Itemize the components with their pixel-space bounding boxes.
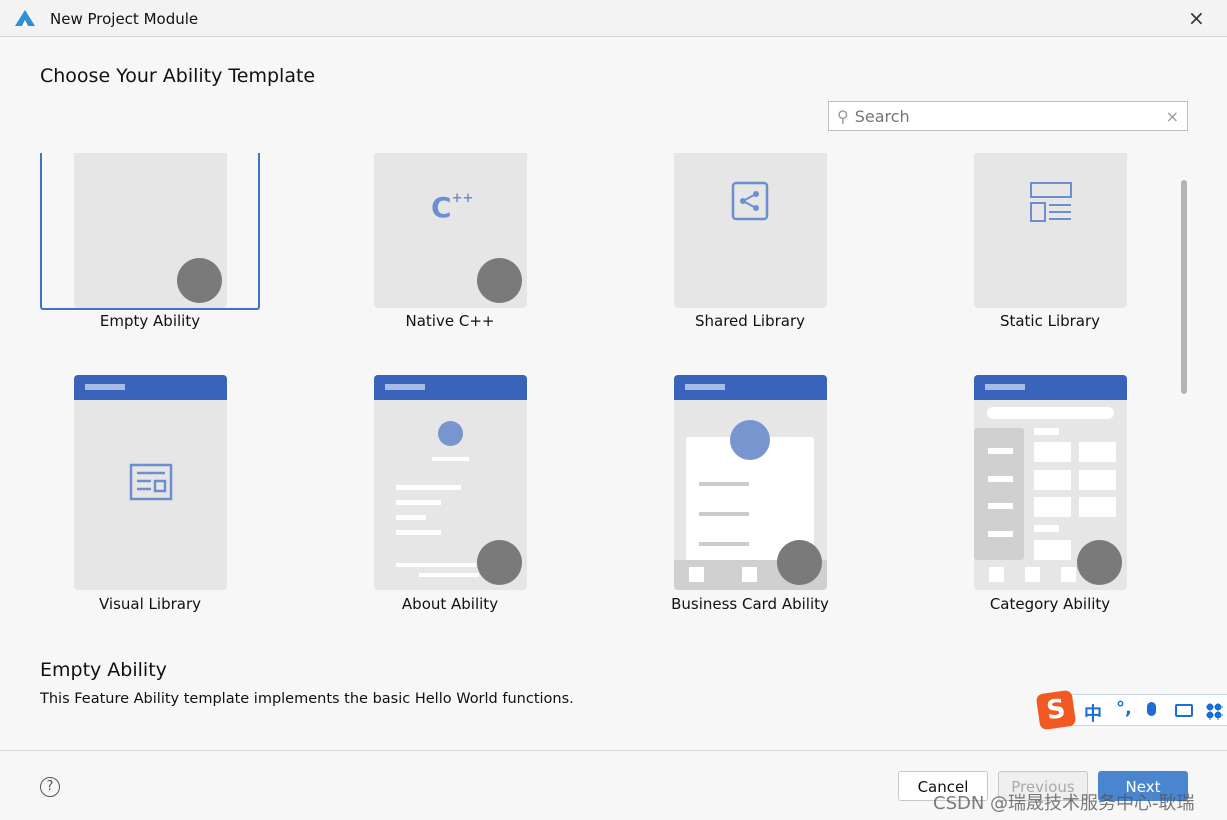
ime-mode[interactable]: 中 <box>1084 700 1102 726</box>
template-preview <box>974 153 1127 308</box>
description-text: This Feature Ability template implements… <box>40 691 574 707</box>
template-preview <box>74 153 227 308</box>
description-title: Empty Ability <box>40 659 167 681</box>
page-title: Choose Your Ability Template <box>40 65 316 87</box>
template-label: Shared Library <box>694 312 806 330</box>
harmony-badge-icon <box>477 540 522 585</box>
keyboard-icon[interactable] <box>1175 704 1193 717</box>
scrollbar-thumb[interactable] <box>1181 180 1187 394</box>
template-preview <box>974 375 1127 590</box>
template-label: Native C++ <box>405 312 495 330</box>
apps-icon[interactable] <box>1206 703 1223 720</box>
template-preview: C++ <box>374 153 527 308</box>
cpp-icon: C++ <box>431 191 474 224</box>
harmony-badge-icon <box>777 540 822 585</box>
search-field[interactable]: ⚲ × <box>828 101 1188 131</box>
template-preview <box>674 153 827 308</box>
help-icon[interactable]: ? <box>40 777 60 797</box>
ime-toolbar: S 中 °, <box>1035 689 1227 731</box>
watermark: CSDN @瑞晟技术服务中心-耿瑞 <box>933 793 1195 814</box>
window-title: New Project Module <box>50 10 199 28</box>
clear-icon[interactable]: × <box>1166 107 1179 126</box>
template-preview <box>374 375 527 590</box>
sogou-logo-icon[interactable]: S <box>1035 689 1077 731</box>
template-label: Static Library <box>999 312 1101 330</box>
template-preview <box>74 375 227 590</box>
template-label: Visual Library <box>99 595 201 613</box>
title-bar: New Project Module × <box>0 0 1227 37</box>
visual-library-icon <box>129 463 173 501</box>
harmony-badge-icon <box>1077 540 1122 585</box>
close-icon[interactable]: × <box>1188 6 1205 30</box>
search-icon: ⚲ <box>837 106 849 126</box>
harmony-badge-icon <box>177 258 222 303</box>
template-label: Category Ability <box>989 595 1111 613</box>
template-label: Business Card Ability <box>671 595 829 613</box>
layout-icon <box>1030 182 1072 222</box>
search-input[interactable] <box>854 106 1166 126</box>
app-logo-icon <box>15 10 35 26</box>
harmony-badge-icon <box>477 258 522 303</box>
template-preview <box>674 375 827 590</box>
ime-punctuation[interactable]: °, <box>1116 698 1132 719</box>
share-library-icon <box>731 181 769 221</box>
microphone-icon[interactable] <box>1147 702 1156 716</box>
template-grid: Empty Ability C++ Native C++ Shared Libr… <box>0 153 1175 633</box>
footer-divider <box>0 750 1227 751</box>
template-label: About Ability <box>401 595 499 613</box>
template-label: Empty Ability <box>99 312 201 330</box>
